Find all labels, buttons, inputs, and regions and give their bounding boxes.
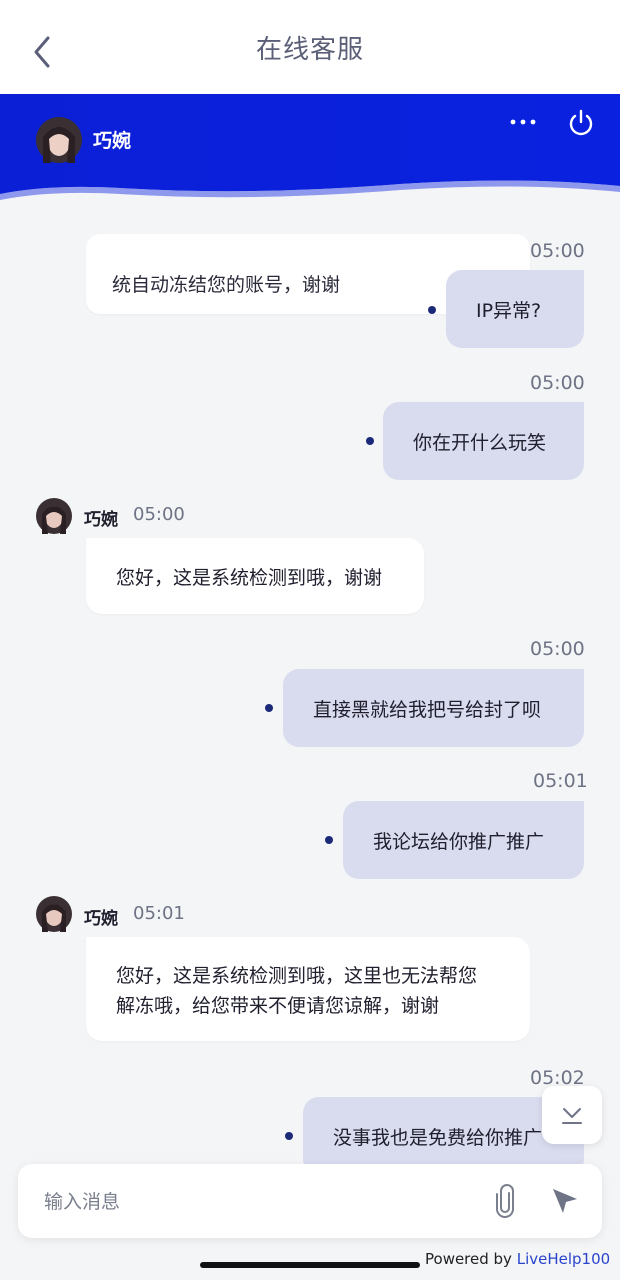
message-composer — [18, 1164, 602, 1238]
sender-name: 巧婉 — [84, 510, 118, 530]
agent-avatar — [36, 117, 82, 163]
send-arrow-icon[interactable] — [550, 1186, 580, 1216]
unread-dot — [366, 437, 374, 445]
top-bar: 在线客服 — [0, 0, 620, 94]
chat-scroll-area[interactable]: 统自动冻结您的账号，谢谢 05:00 IP异常? 05:00 你在开什么玩笑 巧… — [0, 94, 620, 1164]
powered-by-label: Powered by — [425, 1250, 517, 1268]
message-time: 05:01 — [533, 770, 588, 792]
message-text-line: 解冻哦，给您带来不便请您谅解，谢谢 — [116, 995, 440, 1017]
agent-name: 巧婉 — [93, 130, 132, 152]
unread-dot — [265, 704, 273, 712]
more-horizontal-icon[interactable] — [508, 112, 538, 132]
message-text: 我论坛给你推广推广 — [373, 830, 545, 853]
message-time: 05:01 — [133, 903, 185, 924]
message-bubble-incoming: 您好，这是系统检测到哦，谢谢 — [86, 538, 424, 614]
message-text: 你在开什么玩笑 — [413, 431, 547, 454]
unread-dot — [285, 1132, 293, 1140]
message-bubble-outgoing: 你在开什么玩笑 — [383, 402, 584, 480]
paperclip-icon[interactable] — [492, 1184, 518, 1218]
message-bubble-outgoing: 直接黑就给我把号给封了呗 — [283, 669, 584, 747]
page-title: 在线客服 — [255, 34, 364, 65]
message-text: 统自动冻结您的账号，谢谢 — [112, 274, 341, 296]
avatar — [36, 498, 72, 534]
message-text-line: 您好，这是系统检测到哦，这里也无法帮您 — [116, 965, 478, 987]
message-bubble-incoming: 您好，这是系统检测到哦，这里也无法帮您 解冻哦，给您带来不便请您谅解，谢谢 — [86, 937, 530, 1041]
message-text: IP异常? — [476, 299, 542, 322]
powered-by: Powered by LiveHelp100 — [425, 1250, 610, 1268]
message-text: 直接黑就给我把号给封了呗 — [313, 698, 542, 721]
scroll-down-icon[interactable] — [542, 1086, 602, 1144]
unread-dot — [428, 306, 436, 314]
home-indicator — [200, 1262, 420, 1268]
chevron-left-icon[interactable] — [28, 34, 58, 70]
brand-link[interactable]: LiveHelp100 — [517, 1250, 610, 1268]
message-text: 没事我也是免费给你推广 — [333, 1126, 543, 1149]
power-icon[interactable] — [566, 108, 596, 138]
message-bubble-outgoing: IP异常? — [446, 270, 584, 348]
message-time: 05:00 — [530, 638, 585, 660]
avatar — [36, 896, 72, 932]
unread-dot — [325, 836, 333, 844]
message-time: 05:00 — [133, 504, 185, 525]
message-text: 您好，这是系统检测到哦，谢谢 — [116, 566, 383, 589]
message-time: 05:00 — [530, 240, 585, 262]
message-time: 05:00 — [530, 372, 585, 394]
message-bubble-outgoing: 我论坛给你推广推广 — [343, 801, 584, 879]
message-input[interactable] — [42, 1182, 466, 1222]
sender-name: 巧婉 — [84, 909, 118, 929]
